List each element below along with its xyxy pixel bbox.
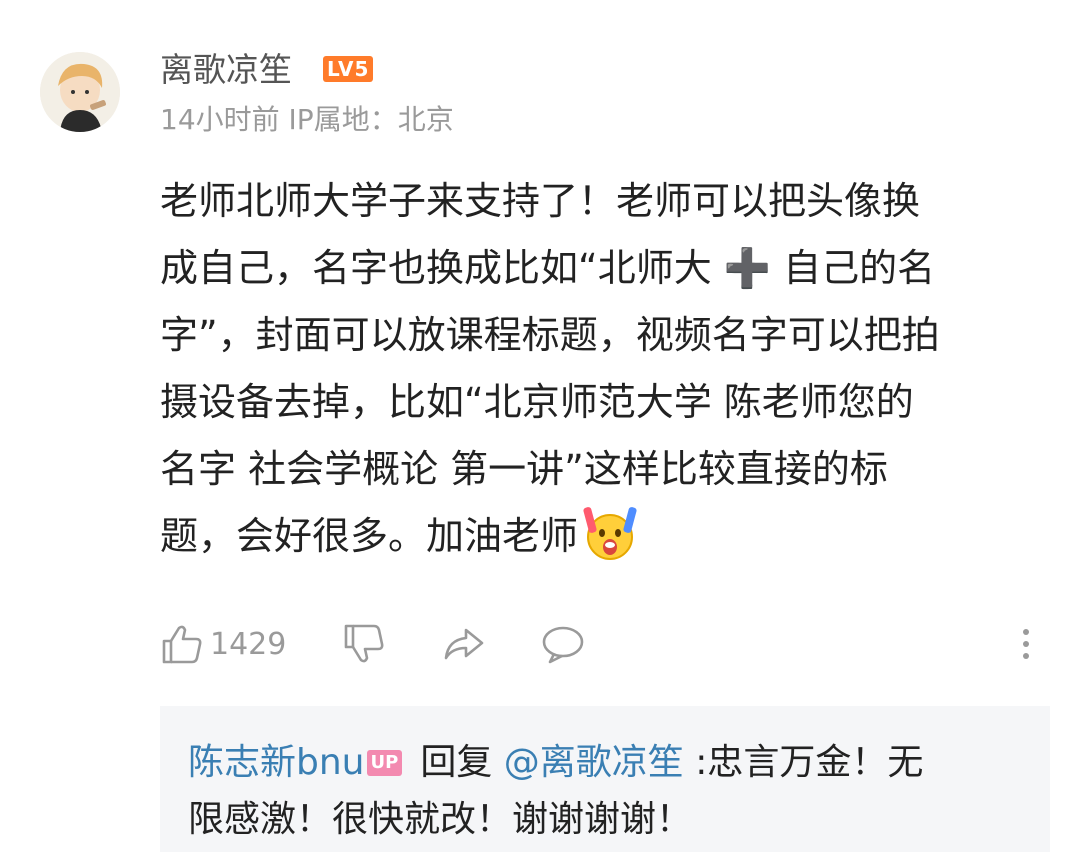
user-level-badge: LV5 <box>323 56 374 82</box>
reply-line-1: 陈志新bnu UP 回复 @离歌凉笙 :忠言万金！无 <box>188 734 1018 791</box>
reply-author-name[interactable]: 陈志新bnu <box>188 742 365 783</box>
like-button[interactable]: 1429 <box>160 616 286 672</box>
comment-line: 名字 社会学概论 第一讲”这样比较直接的标 <box>160 447 888 491</box>
up-badge: UP <box>366 750 403 776</box>
comment-line: 成自己，名字也换成比如“北师大 ➕ 自己的名 <box>160 246 936 290</box>
reply-text: 陈志新bnu UP 回复 @离歌凉笙 :忠言万金！无 限感激！很快就改！谢谢谢谢！ <box>188 734 1018 848</box>
emoji-cheering-with-glowsticks-icon <box>580 503 640 563</box>
dislike-button[interactable] <box>342 616 386 672</box>
thumbs-up-icon <box>162 625 202 664</box>
avatar-illustration-icon <box>40 52 120 132</box>
reply-button[interactable] <box>540 616 586 672</box>
reply-preview[interactable]: 陈志新bnu UP 回复 @离歌凉笙 :忠言万金！无 限感激！很快就改！谢谢谢谢！ <box>160 706 1050 852</box>
comment-time: 14小时前 <box>160 103 280 136</box>
user-avatar[interactable] <box>40 52 120 132</box>
comment-action-bar: 1429 <box>160 616 1060 672</box>
reply-content-2: 限感激！很快就改！谢谢谢谢！ <box>188 799 693 840</box>
share-arrow-icon <box>444 628 484 660</box>
like-count: 1429 <box>210 626 287 662</box>
comment-line: 摄设备去掉，比如“北京师范大学 陈老师您的 <box>160 380 914 424</box>
comment-ip-location: IP属地：北京 <box>288 103 454 136</box>
comment-line: 字”，封面可以放课程标题，视频名字可以把拍 <box>160 313 940 357</box>
comment-line-text: 题，会好很多。加油老师 <box>160 514 579 558</box>
more-options-button[interactable] <box>1016 616 1036 672</box>
share-button[interactable] <box>442 616 486 672</box>
comment-bubble-icon <box>542 626 584 664</box>
comment-meta: 14小时前 IP属地：北京 <box>160 102 454 138</box>
reply-content-1: :忠言万金！无 <box>695 742 924 783</box>
reply-action-word: 回复 <box>420 742 493 783</box>
reply-mention[interactable]: @离歌凉笙 <box>504 742 684 783</box>
comment-screen: 离歌凉笙 LV5 14小时前 IP属地：北京 老师北师大学子来支持了！老师可以把… <box>0 0 1080 852</box>
comment-line-last: 题，会好很多。加油老师 <box>160 503 1040 570</box>
comment-body: 老师北师大学子来支持了！老师可以把头像换 成自己，名字也换成比如“北师大 ➕ 自… <box>160 168 1040 570</box>
comment-author-name[interactable]: 离歌凉笙 <box>160 50 292 90</box>
comment-line: 老师北师大学子来支持了！老师可以把头像换 <box>160 179 921 223</box>
thumbs-down-icon <box>344 624 384 663</box>
vertical-ellipsis-icon <box>1023 629 1029 659</box>
